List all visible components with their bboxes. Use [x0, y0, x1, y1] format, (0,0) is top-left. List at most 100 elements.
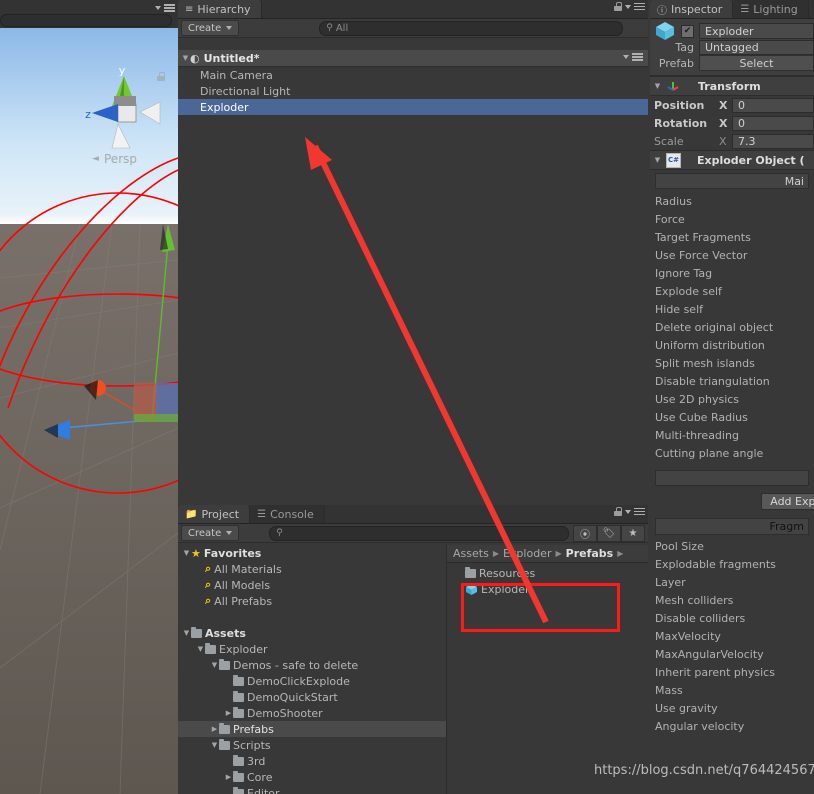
label-filter-icon[interactable]: 🏷: [597, 525, 621, 542]
tab-project[interactable]: 📁 Project: [178, 505, 250, 523]
project-search-input[interactable]: ⚲: [269, 526, 569, 541]
menu-icon[interactable]: [634, 3, 645, 11]
exploder-property-row[interactable]: Ignore Tag: [650, 264, 814, 282]
project-tree-item[interactable]: ⌕All Materials: [178, 561, 446, 577]
fragment-property-row[interactable]: Inherit parent physics: [650, 663, 814, 681]
hierarchy-tab-options[interactable]: [614, 2, 645, 11]
project-tree-item[interactable]: ⌕All Prefabs: [178, 593, 446, 609]
fragment-property-row[interactable]: Use gravity: [650, 699, 814, 717]
scene-lock-icon[interactable]: [157, 72, 165, 81]
lock-icon[interactable]: [614, 2, 622, 11]
hierarchy-item-directional-light[interactable]: Directional Light: [178, 83, 648, 99]
chevron-down-icon[interactable]: ▼: [196, 645, 205, 653]
transform-position-x-input[interactable]: 0: [732, 98, 814, 113]
chevron-right-icon[interactable]: ▶: [224, 709, 233, 717]
exploder-property-row[interactable]: Split mesh islands: [650, 354, 814, 372]
project-tree-item[interactable]: ▶Core: [178, 769, 446, 785]
scene-row-menu[interactable]: [623, 53, 643, 61]
scene-orientation-gizmo[interactable]: y z: [0, 28, 178, 168]
fragment-property-row[interactable]: Disable colliders: [650, 609, 814, 627]
project-tab-options[interactable]: [614, 507, 645, 516]
fragment-property-row[interactable]: Layer: [650, 573, 814, 591]
scene-view[interactable]: y z Persp ◄: [0, 28, 178, 794]
chevron-right-icon[interactable]: ▶: [224, 773, 233, 781]
project-tree-item[interactable]: ▶DemoShooter: [178, 705, 446, 721]
exploder-property-row[interactable]: Use Force Vector: [650, 246, 814, 264]
transform-component-header[interactable]: ▼ Transform: [650, 76, 814, 96]
chevron-down-icon[interactable]: ▼: [653, 156, 662, 164]
fragment-property-row[interactable]: Angular velocity: [650, 717, 814, 735]
add-explosion-button[interactable]: Add Explos: [761, 493, 814, 510]
exploder-property-row[interactable]: Cutting plane angle: [650, 444, 814, 462]
chevron-down-icon[interactable]: ▼: [182, 549, 191, 557]
fragment-property-row[interactable]: MaxVelocity: [650, 627, 814, 645]
prefab-select-button[interactable]: Select: [699, 55, 814, 71]
exploder-property-row[interactable]: Multi-threading: [650, 426, 814, 444]
fragment-property-row[interactable]: MaxAngularVelocity: [650, 645, 814, 663]
project-tree-item[interactable]: ▼Assets: [178, 625, 446, 641]
exploder-property-row[interactable]: Explode self: [650, 282, 814, 300]
exploder-property-row[interactable]: Use Cube Radius: [650, 408, 814, 426]
transform-rotation-x-input[interactable]: 0: [732, 116, 814, 131]
project-contents[interactable]: Assets ▶ Exploder ▶ Prefabs ▶ ResourcesE…: [447, 545, 648, 794]
chevron-down-icon[interactable]: [625, 5, 631, 9]
hierarchy-tree[interactable]: ▼ ◐ Untitled* Main CameraDirectional Lig…: [178, 50, 648, 505]
favorite-filter-icon[interactable]: ★: [621, 525, 645, 542]
exploder-property-row[interactable]: Radius: [650, 192, 814, 210]
fragment-property-row[interactable]: Pool Size: [650, 537, 814, 555]
chevron-down-icon[interactable]: ▼: [210, 741, 219, 749]
chevron-down-icon[interactable]: [623, 55, 629, 59]
project-tree-item[interactable]: ▶Prefabs: [178, 721, 446, 737]
exploder-property-row[interactable]: Disable triangulation: [650, 372, 814, 390]
lock-icon[interactable]: [614, 507, 622, 516]
object-name-field[interactable]: Exploder: [699, 23, 814, 39]
fragment-property-row[interactable]: Explodable fragments: [650, 555, 814, 573]
menu-icon[interactable]: [632, 53, 643, 61]
scene-view-menu[interactable]: [155, 4, 175, 12]
exploder-component-header[interactable]: ▼ C# Exploder Object (: [650, 150, 814, 170]
project-tree-item[interactable]: ▼Demos - safe to delete: [178, 657, 446, 673]
exploder-property-row[interactable]: Force: [650, 210, 814, 228]
fragment-property-row[interactable]: Mesh colliders: [650, 591, 814, 609]
project-tree-item[interactable]: Editor: [178, 785, 446, 794]
tag-dropdown[interactable]: Untagged: [699, 40, 814, 55]
hierarchy-search-input[interactable]: ⚲ All: [319, 21, 623, 36]
exploder-property-row[interactable]: Hide self: [650, 300, 814, 318]
fragment-property-row[interactable]: Mass: [650, 681, 814, 699]
project-tree-item[interactable]: ▼Scripts: [178, 737, 446, 753]
project-tree-item[interactable]: DemoQuickStart: [178, 689, 446, 705]
breadcrumb-assets[interactable]: Assets: [453, 547, 489, 560]
menu-icon[interactable]: [164, 4, 175, 12]
project-tree[interactable]: ▼★Favorites⌕All Materials⌕All Models⌕All…: [178, 545, 447, 794]
chevron-down-icon[interactable]: [155, 6, 161, 10]
scene-search-input[interactable]: [0, 14, 172, 27]
project-tree-item[interactable]: DemoClickExplode: [178, 673, 446, 689]
project-content-item[interactable]: Exploder: [447, 581, 648, 597]
project-create-button[interactable]: Create: [181, 525, 239, 541]
transform-scale-x-input[interactable]: 7.3: [732, 134, 814, 149]
tab-lighting[interactable]: ☰ Lighting: [733, 0, 808, 18]
exploder-property-row[interactable]: Use 2D physics: [650, 390, 814, 408]
chevron-right-icon[interactable]: ▶: [210, 725, 219, 733]
project-tree-item[interactable]: ⌕All Models: [178, 577, 446, 593]
tab-hierarchy[interactable]: ≡ Hierarchy: [178, 0, 262, 18]
chevron-down-icon[interactable]: ▼: [181, 54, 190, 62]
tab-inspector[interactable]: ⓘ Inspector: [650, 0, 733, 18]
exploder-object-field[interactable]: Mai: [655, 173, 809, 189]
project-tree-item[interactable]: ▼Exploder: [178, 641, 446, 657]
hierarchy-scene-row[interactable]: ▼ ◐ Untitled*: [178, 50, 648, 67]
exploder-property-row[interactable]: Uniform distribution: [650, 336, 814, 354]
breadcrumb-prefabs[interactable]: Prefabs: [566, 547, 614, 560]
shapes-filter-icon[interactable]: ⦿: [573, 525, 597, 542]
breadcrumb[interactable]: Assets ▶ Exploder ▶ Prefabs ▶: [447, 545, 648, 563]
exploder-property-row[interactable]: Target Fragments: [650, 228, 814, 246]
chevron-down-icon[interactable]: ▼: [182, 629, 191, 637]
menu-icon[interactable]: [634, 508, 645, 516]
hierarchy-create-button[interactable]: Create: [181, 20, 239, 36]
tab-console[interactable]: ☰ Console: [250, 505, 325, 523]
project-content-item[interactable]: Resources: [447, 565, 648, 581]
breadcrumb-exploder[interactable]: Exploder: [503, 547, 552, 560]
project-tree-item[interactable]: ▼★Favorites: [178, 545, 446, 561]
chevron-down-icon[interactable]: ▼: [210, 661, 219, 669]
exploder-property-row[interactable]: Delete original object: [650, 318, 814, 336]
